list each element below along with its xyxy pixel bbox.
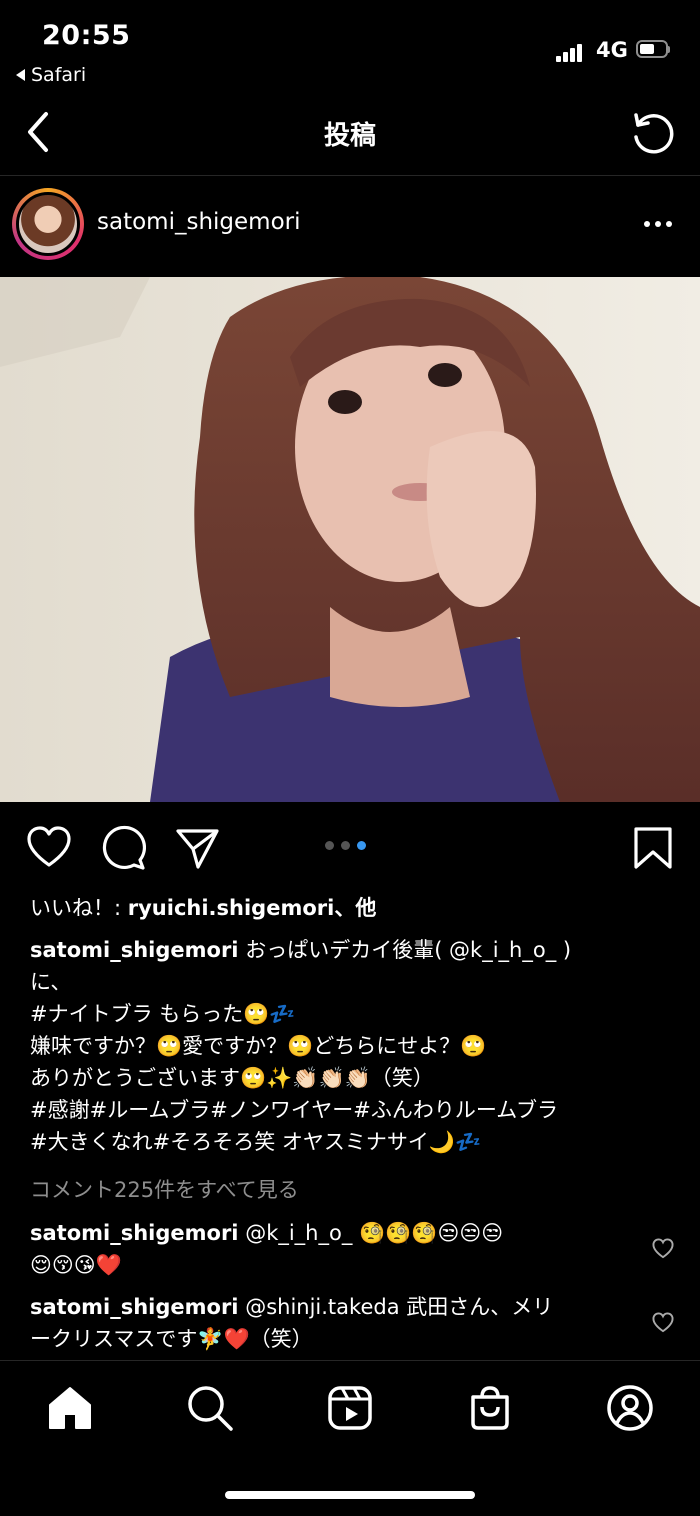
share-icon[interactable] xyxy=(174,825,220,871)
comment-item: satomi_shigemori @k_i_h_o_ 🧐🧐🧐😒😒😒 😌😚😘❤️ xyxy=(30,1217,630,1281)
caption-username[interactable]: satomi_shigemori xyxy=(30,938,239,962)
comment-username[interactable]: satomi_shigemori xyxy=(30,1221,239,1245)
post-caption: satomi_shigemori おっぱいデカイ後輩( @k_i_h_o_ ) … xyxy=(30,934,650,1158)
avatar-story-ring[interactable] xyxy=(12,188,84,260)
back-to-safari[interactable]: Safari xyxy=(16,64,86,86)
network-type: 4G xyxy=(596,38,628,62)
comment-item: satomi_shigemori @shinji.takeda 武田さん、メリ … xyxy=(30,1291,630,1355)
comment-like-heart-icon[interactable] xyxy=(652,1312,674,1334)
carousel-indicator xyxy=(325,841,366,850)
carousel-dot-active xyxy=(357,841,366,850)
reels-icon[interactable] xyxy=(325,1383,375,1433)
comment-username[interactable]: satomi_shigemori xyxy=(30,1295,239,1319)
caption-text: おっぱいデカイ後輩( @k_i_h_o_ ) に、 #ナイトブラ もらった🙄💤 … xyxy=(30,938,572,1154)
likes-prefix: いいね！: xyxy=(30,896,128,920)
likes-suffix[interactable]: 、他 xyxy=(334,896,376,920)
post-username[interactable]: satomi_shigemori xyxy=(97,209,301,235)
comment-like-heart-icon[interactable] xyxy=(652,1238,674,1260)
more-options-icon[interactable] xyxy=(644,221,672,227)
shop-icon[interactable] xyxy=(465,1383,515,1433)
cellular-signal-icon xyxy=(556,42,588,62)
search-icon[interactable] xyxy=(185,1383,235,1433)
post-actions xyxy=(0,815,700,880)
heart-icon[interactable] xyxy=(26,825,72,871)
status-bar: 20:55 Safari 4G xyxy=(0,0,700,95)
comment-icon[interactable] xyxy=(100,825,147,871)
bookmark-icon[interactable] xyxy=(630,825,676,871)
post-photo[interactable] xyxy=(0,277,700,802)
status-time: 20:55 xyxy=(42,20,131,51)
avatar xyxy=(16,192,80,256)
post-header: satomi_shigemori xyxy=(0,176,700,276)
carousel-dot xyxy=(325,841,334,850)
page-title: 投稿 xyxy=(323,121,376,151)
back-app-label: Safari xyxy=(31,64,87,86)
liked-by-user[interactable]: ryuichi.shigemori xyxy=(128,896,335,920)
refresh-icon[interactable] xyxy=(628,109,676,157)
back-triangle-icon xyxy=(16,69,25,81)
profile-icon[interactable] xyxy=(605,1383,655,1433)
view-all-comments-link[interactable]: コメント225件をすべて見る xyxy=(30,1174,299,1204)
home-indicator[interactable] xyxy=(225,1491,475,1499)
battery-icon xyxy=(636,40,670,60)
carousel-dot xyxy=(341,841,350,850)
home-icon[interactable] xyxy=(45,1383,95,1433)
nav-bar: 投稿 xyxy=(0,95,700,176)
selfie-photo xyxy=(0,277,700,802)
likes-line: いいね！: ryuichi.shigemori、他 xyxy=(30,892,650,924)
